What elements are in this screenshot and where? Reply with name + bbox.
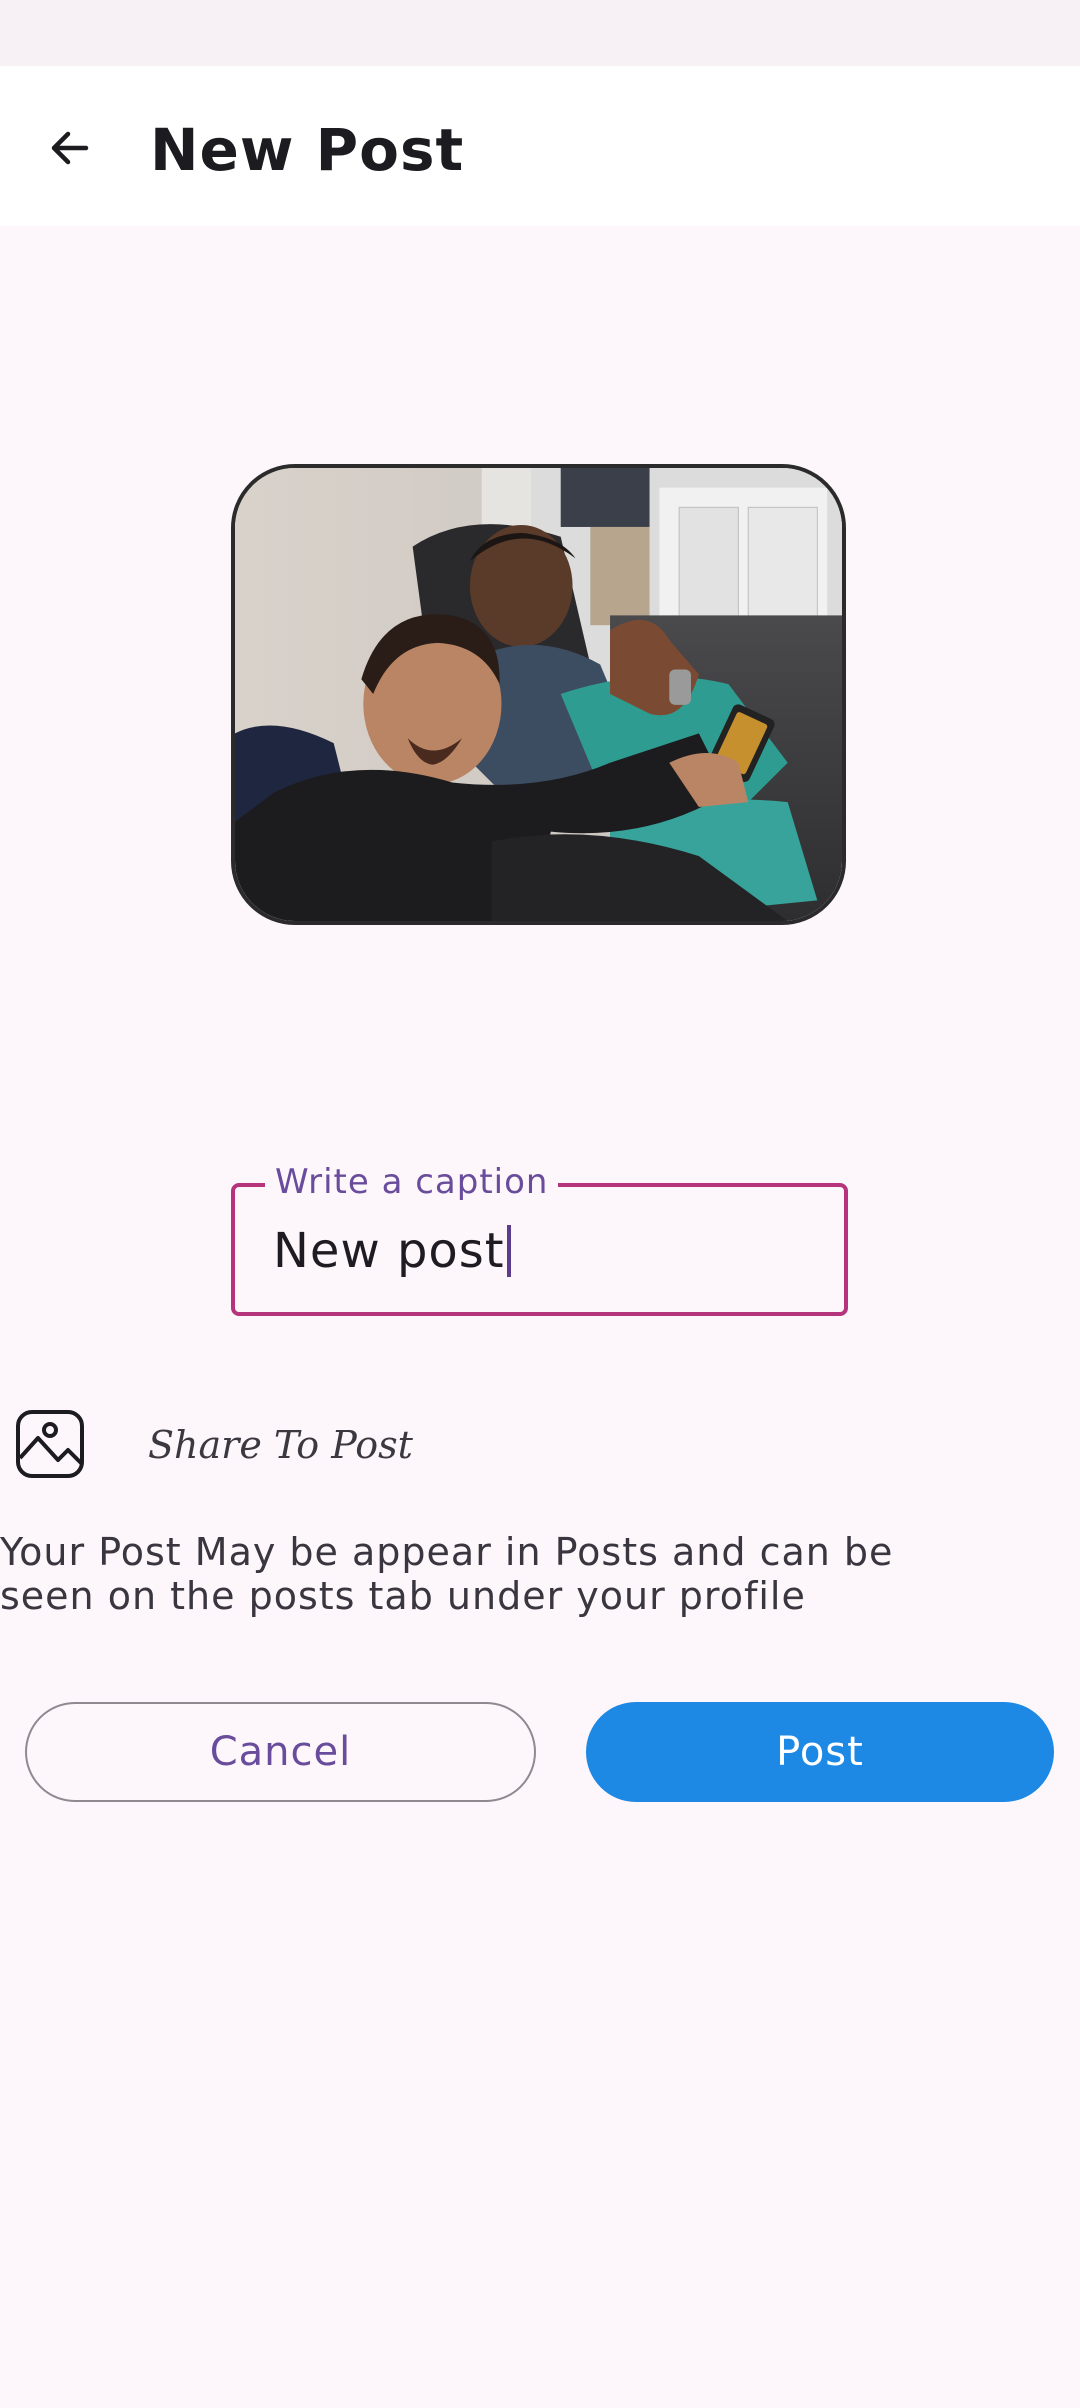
cancel-button[interactable]: Cancel [25,1702,536,1802]
app-bar: New Post [0,66,1080,226]
text-cursor [506,1225,511,1277]
caption-input[interactable]: New post [273,1219,511,1283]
share-label: Share To Post [148,1423,413,1467]
image-icon [16,1410,84,1478]
status-bar [0,0,1080,66]
post-button[interactable]: Post [586,1702,1054,1802]
back-button[interactable] [28,106,112,190]
photo-preview[interactable] [231,464,846,925]
caption-label: Write a caption [265,1157,559,1207]
caption-value: New post [273,1223,505,1279]
caption-field[interactable]: Write a caption New post [231,1157,848,1316]
share-to-post-row[interactable]: Share To Post [0,1404,1080,1494]
page-title: New Post [150,116,465,184]
info-text: Your Post May be appear in Posts and can… [0,1530,894,1618]
arrow-back-icon [51,131,89,165]
photo-image [235,468,842,921]
